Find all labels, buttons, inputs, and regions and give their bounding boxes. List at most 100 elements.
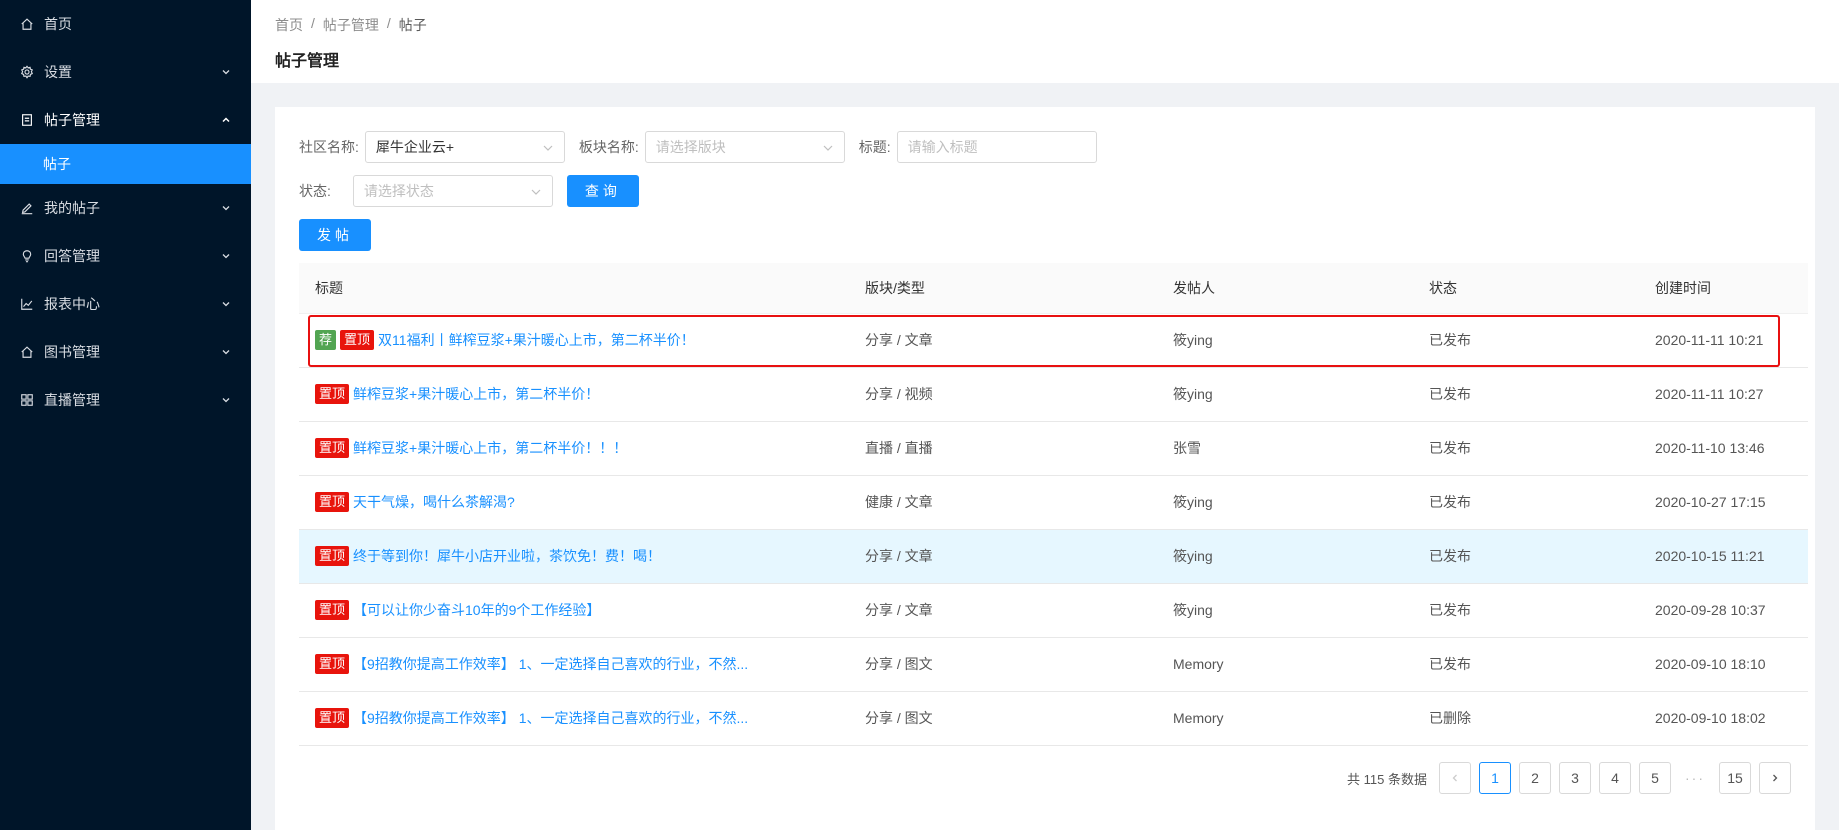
table-row[interactable]: 置顶 天干气燥，喝什么茶解渴? 健康 / 文章 筱ying 已发布 2020-10… xyxy=(299,475,1808,530)
pinned-tag: 置顶 xyxy=(315,492,350,512)
chevron-down-icon xyxy=(221,203,231,213)
title-label: 标题: xyxy=(858,139,891,155)
post-title-link[interactable]: 鲜榨豆浆+果汁暖心上市，第二杯半价！ xyxy=(353,386,599,402)
sidebar-item-live-management[interactable]: 直播管理 xyxy=(0,376,251,424)
cell-board: 分享 / 文章 xyxy=(849,583,1157,638)
breadcrumb-post-management[interactable]: 帖子管理 xyxy=(323,15,379,35)
cell-title: 置顶 【9招教你提高工作效率】 1、一定选择自己喜欢的行业，不然... xyxy=(299,637,849,692)
post-title-link[interactable]: 双11福利丨鲜榨豆浆+果汁暖心上市，第二杯半价！ xyxy=(378,332,695,348)
pagination-ellipsis[interactable]: ··· xyxy=(1679,770,1711,786)
sidebar-item-home[interactable]: 首页 xyxy=(0,0,251,48)
sidebar-item-label: 我的帖子 xyxy=(44,200,100,216)
board-label: 板块名称: xyxy=(578,139,639,155)
chevron-down-icon xyxy=(221,299,231,309)
action-row: 发帖 xyxy=(299,219,1791,251)
cell-time: 2020-11-11 10:27 xyxy=(1639,367,1808,422)
document-icon xyxy=(20,113,34,127)
cell-time: 2020-09-10 18:02 xyxy=(1639,691,1808,746)
status-select[interactable]: 请选择状态 xyxy=(352,175,553,207)
pinned-tag: 置顶 xyxy=(315,654,350,674)
post-title-link[interactable]: 【9招教你提高工作效率】 1、一定选择自己喜欢的行业，不然... xyxy=(353,710,748,726)
table-row[interactable]: 置顶 【9招教你提高工作效率】 1、一定选择自己喜欢的行业，不然... 分享 / … xyxy=(299,691,1808,746)
cell-board: 健康 / 文章 xyxy=(849,475,1157,530)
pinned-tag: 置顶 xyxy=(315,546,350,566)
sidebar-item-book-management[interactable]: 图书管理 xyxy=(0,328,251,376)
sidebar-subitem-posts[interactable]: 帖子 xyxy=(0,144,251,184)
cell-author: 筱ying xyxy=(1157,583,1413,638)
cell-author: 筱ying xyxy=(1157,475,1413,530)
cell-author: 筱ying xyxy=(1157,367,1413,422)
page-3-button[interactable]: 3 xyxy=(1559,762,1591,794)
title-input[interactable] xyxy=(896,131,1097,163)
sidebar-item-report-center[interactable]: 报表中心 xyxy=(0,280,251,328)
bulb-icon xyxy=(20,249,34,263)
breadcrumb-separator: / xyxy=(311,15,315,31)
cell-status: 已发布 xyxy=(1413,637,1639,692)
posts-table: 标题 版块/类型 发帖人 状态 创建时间 荐置顶 双11福利丨鲜榨豆浆+果汁暖心上… xyxy=(299,263,1808,746)
post-title-link[interactable]: 天干气燥，喝什么茶解渴? xyxy=(353,494,515,510)
community-label: 社区名称: xyxy=(299,139,359,155)
edit-icon xyxy=(20,201,34,215)
table-row[interactable]: 置顶 【9招教你提高工作效率】 1、一定选择自己喜欢的行业，不然... 分享 / … xyxy=(299,637,1808,692)
sidebar-item-my-posts[interactable]: 我的帖子 xyxy=(0,184,251,232)
filter-row-2: 状态: 请选择状态 查询 xyxy=(299,175,1791,207)
sidebar-item-post-management[interactable]: 帖子管理 xyxy=(0,96,251,144)
filter-row-1: 社区名称: 犀牛企业云+ 板块名称: 请选择版块 标题: xyxy=(299,131,1791,163)
breadcrumb-home[interactable]: 首页 xyxy=(275,15,303,35)
cell-time: 2020-10-15 11:21 xyxy=(1639,529,1808,584)
table-row[interactable]: 荐置顶 双11福利丨鲜榨豆浆+果汁暖心上市，第二杯半价！ 分享 / 文章 筱yin… xyxy=(299,313,1808,368)
cell-author: Memory xyxy=(1157,637,1413,692)
cell-title: 置顶 鲜榨豆浆+果汁暖心上市，第二杯半价！ xyxy=(299,367,849,422)
table-header-row: 标题 版块/类型 发帖人 状态 创建时间 xyxy=(299,263,1808,314)
cell-title: 置顶 鲜榨豆浆+果汁暖心上市，第二杯半价！！！ xyxy=(299,421,849,476)
page-last-button[interactable]: 15 xyxy=(1719,762,1751,794)
table-row-hovered[interactable]: 置顶 终于等到你！犀牛小店开业啦，茶饮免！费！喝！ 分享 / 文章 筱ying 已… xyxy=(299,529,1808,584)
next-page-button[interactable] xyxy=(1759,762,1791,794)
status-select-placeholder: 请选择状态 xyxy=(363,183,434,199)
sidebar-item-answer-management[interactable]: 回答管理 xyxy=(0,232,251,280)
cell-board: 直播 / 直播 xyxy=(849,421,1157,476)
grid-icon xyxy=(20,393,34,407)
page-2-button[interactable]: 2 xyxy=(1519,762,1551,794)
chevron-down-icon xyxy=(221,347,231,357)
cell-board: 分享 / 图文 xyxy=(849,637,1157,692)
chevron-up-icon xyxy=(221,115,231,125)
query-button[interactable]: 查询 xyxy=(566,175,639,207)
table-row[interactable]: 置顶 鲜榨豆浆+果汁暖心上市，第二杯半价！ 分享 / 视频 筱ying 已发布 2… xyxy=(299,367,1808,422)
page-5-button[interactable]: 5 xyxy=(1639,762,1671,794)
sidebar-item-label: 设置 xyxy=(44,64,72,80)
cell-title: 置顶 【可以让你少奋斗10年的9个工作经验】 xyxy=(299,583,849,638)
cell-status: 已发布 xyxy=(1413,475,1639,530)
page-1-button[interactable]: 1 xyxy=(1479,762,1511,794)
post-title-link[interactable]: 鲜榨豆浆+果汁暖心上市，第二杯半价！！！ xyxy=(353,440,627,456)
post-title-link[interactable]: 【可以让你少奋斗10年的9个工作经验】 xyxy=(353,602,600,618)
table-row[interactable]: 置顶 【可以让你少奋斗10年的9个工作经验】 分享 / 文章 筱ying 已发布 … xyxy=(299,583,1808,638)
new-post-button[interactable]: 发帖 xyxy=(299,219,371,251)
chevron-down-icon xyxy=(531,189,541,195)
cell-author: 张雪 xyxy=(1157,421,1413,476)
prev-page-button[interactable] xyxy=(1439,762,1471,794)
home-icon xyxy=(20,345,34,359)
page-header: 首页 / 帖子管理 / 帖子 帖子管理 xyxy=(251,0,1839,83)
chevron-down-icon xyxy=(823,145,833,151)
page-4-button[interactable]: 4 xyxy=(1599,762,1631,794)
board-select[interactable]: 请选择版块 xyxy=(644,131,845,163)
cell-status: 已发布 xyxy=(1413,529,1639,584)
column-header-board: 版块/类型 xyxy=(849,263,1157,314)
table-row[interactable]: 置顶 鲜榨豆浆+果汁暖心上市，第二杯半价！！！ 直播 / 直播 张雪 已发布 20… xyxy=(299,421,1808,476)
sidebar-item-label: 报表中心 xyxy=(44,296,100,312)
cell-time: 2020-10-27 17:15 xyxy=(1639,475,1808,530)
cell-author: 筱ying xyxy=(1157,529,1413,584)
line-chart-icon xyxy=(20,297,34,311)
community-select-value: 犀牛企业云+ xyxy=(375,139,455,155)
gear-icon xyxy=(20,65,34,79)
post-title-link[interactable]: 【9招教你提高工作效率】 1、一定选择自己喜欢的行业，不然... xyxy=(353,656,748,672)
post-title-link[interactable]: 终于等到你！犀牛小店开业啦，茶饮免！费！喝！ xyxy=(353,548,661,564)
sidebar-item-settings[interactable]: 设置 xyxy=(0,48,251,96)
sidebar-subitem-label: 帖子 xyxy=(43,156,71,172)
sidebar-item-label: 回答管理 xyxy=(44,248,100,264)
pinned-tag: 置顶 xyxy=(315,384,350,404)
community-select[interactable]: 犀牛企业云+ xyxy=(364,131,565,163)
cell-board: 分享 / 文章 xyxy=(849,529,1157,584)
content-card: 社区名称: 犀牛企业云+ 板块名称: 请选择版块 标题: 状态: 请选择状态 查… xyxy=(275,107,1815,830)
